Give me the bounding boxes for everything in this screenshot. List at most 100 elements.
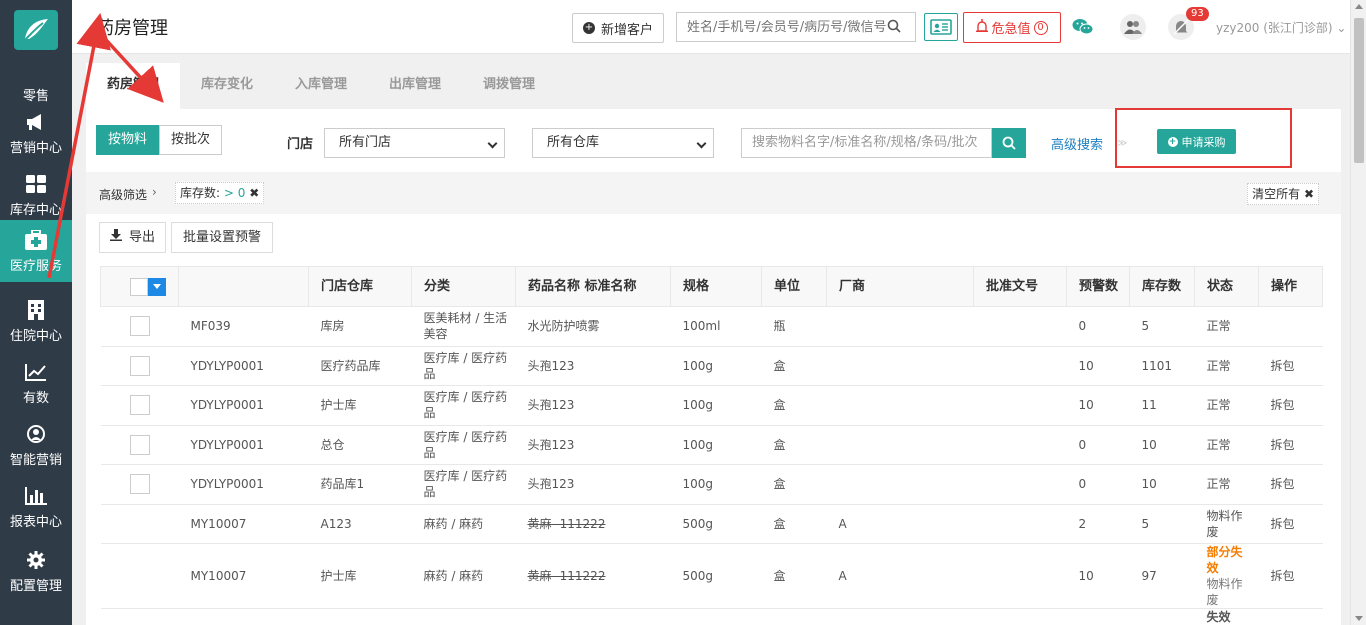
unpack-link[interactable]: 拆包 [1258,464,1323,505]
cell-unit: 盒 [761,385,827,426]
table-row: YDYLYP0001 总仓 医疗库 / 医疗药品 头孢123 100g 盒 0 … [100,425,1323,465]
filter-tag-value: > 0 [223,186,246,200]
critical-value-button[interactable]: 危急值 0 [963,12,1061,43]
row-checkbox[interactable] [129,316,150,337]
cell-spec: 100g [670,346,762,386]
unpack-link[interactable]: 拆包 [1258,385,1323,426]
sidebar-item-inventory[interactable]: 库存中心 [0,164,72,226]
cell-maker: A [826,504,974,544]
cell-warehouse: 医疗药品库 [308,346,412,386]
table-row: YDYLYP0001 医疗药品库 医疗库 / 医疗药品 头孢123 100g 盒… [100,346,1323,386]
column-header: 库存数 [1129,266,1195,307]
cell-approval [973,385,1067,426]
by-material-button[interactable]: 按物料 [96,125,160,155]
warehouse-select[interactable]: 所有仓库 [532,128,714,158]
material-search-input[interactable]: 搜索物料名字/标准名称/规格/条码/批次 [741,128,992,158]
export-label: 导出 [129,230,156,245]
cell-drug-name-link[interactable]: 黄麻- 111222 [515,504,671,544]
sidebar-item-data[interactable]: 有数 [0,352,72,414]
cell-maker [826,464,974,505]
cell-spec: 100g [670,425,762,465]
id-card-button[interactable] [924,13,958,41]
hospital-icon [25,299,47,321]
tab-inbound[interactable]: 入库管理 [274,63,368,109]
sidebar-item-reports[interactable]: 报表中心 [0,476,72,538]
table-row: MF039 库房 医美耗材 / 生活美容 水光防护喷雾 100ml 瓶 0 5 … [100,306,1323,347]
cell-category: 医疗库 / 医疗药品 [411,425,516,465]
tab-transfer[interactable]: 调拨管理 [462,63,556,109]
patient-search [676,12,916,42]
team-icon[interactable] [1120,14,1146,40]
tab-outbound[interactable]: 出库管理 [368,63,462,109]
cell-status: 正常 [1194,346,1259,386]
sidebar-item-label: 住院中心 [9,328,62,344]
cell-status: 正常 [1194,306,1259,347]
cell-code: YDYLYP0001 [178,385,309,426]
status-text: 物料作废 [1206,577,1243,607]
cell-category: 麻药 / 麻药 [411,504,516,544]
medical-kit-icon [25,229,47,251]
cell-code: YDYLYP0001 [178,464,309,505]
sidebar-item-smart-marketing[interactable]: 智能营销 [0,414,72,476]
sidebar-item-settings[interactable]: 配置管理 [0,540,72,602]
unpack-link[interactable]: 拆包 [1258,425,1323,465]
cell-drug-name-link[interactable]: 水光防护喷雾 [515,306,671,347]
cell-approval [973,504,1067,544]
scroll-down-arrow-icon[interactable] [1355,616,1363,621]
material-search-button[interactable] [992,128,1026,158]
unpack-link[interactable]: 拆包 [1258,504,1323,544]
app-logo[interactable] [14,10,58,50]
cell-drug-name-link[interactable]: 头孢123 [515,464,671,505]
cell-code: YDYLYP0001 [178,425,309,465]
row-checkbox[interactable] [129,474,150,495]
batch-warning-button[interactable]: 批量设置预警 [171,222,274,253]
advanced-search-link[interactable]: 高级搜索 [1051,134,1103,153]
sidebar-item-medical[interactable]: 医疗服务 [0,220,72,282]
cell-maker [826,385,974,426]
cell-category: 医疗库 / 医疗药品 [411,346,516,386]
scroll-thumb[interactable] [1354,18,1364,163]
sidebar-item-label: 报表中心 [9,514,62,530]
table-row: MY10007 A123 麻药 / 麻药 黄麻- 111222 500g 盒 A… [100,504,1323,544]
select-all-checkbox[interactable] [130,277,170,296]
cell-drug-name-link[interactable]: 黄麻- 111222 [515,543,671,609]
row-checkbox[interactable] [129,434,150,455]
cell-spec: 100ml [670,306,762,347]
page-scrollbar[interactable] [1350,0,1366,625]
sidebar-item-inpatient[interactable]: 住院中心 [0,290,72,352]
user-menu[interactable]: yzy200 (张江门诊部) ⌄ [1216,19,1346,36]
row-checkbox[interactable] [129,355,150,376]
cell-drug-name-link[interactable]: 头孢123 [515,346,671,386]
wechat-icon[interactable] [1070,14,1096,40]
unpack-link[interactable]: 拆包 [1258,543,1323,609]
new-customer-label: 新增客户 [601,22,654,38]
tab-pharmacy[interactable]: 药房管理 [86,63,180,109]
row-checkbox[interactable] [129,395,150,416]
close-icon[interactable]: ✖ [1304,187,1314,201]
export-button[interactable]: 导出 [99,222,167,253]
cell-code: MF039 [178,306,309,347]
tab-stock-change[interactable]: 库存变化 [180,63,274,109]
cell-drug-name-link[interactable]: 头孢123 [515,385,671,426]
cell-spec: 100g [670,464,762,505]
cell-category: 医疗库 / 医疗药品 [411,464,516,505]
cell-maker [826,306,974,347]
dropdown-arrow-icon[interactable] [148,277,166,296]
column-header: 规格 [670,266,762,307]
new-customer-button[interactable]: + 新增客户 [572,13,665,43]
by-batch-button[interactable]: 按批次 [159,125,223,155]
search-icon[interactable] [887,19,901,36]
unpack-link[interactable]: 拆包 [1258,346,1323,386]
column-header: 单位 [761,266,827,307]
cell-drug-name-link[interactable]: 头孢123 [515,425,671,465]
store-select[interactable]: 所有门店 [324,128,505,158]
patient-search-input[interactable] [677,19,887,35]
sidebar-item-marketing[interactable]: 营销中心 [0,102,72,164]
select-all-cell [100,266,179,307]
filter-tag-stock[interactable]: 库存数: > 0 ✖ [175,182,265,204]
close-icon[interactable]: ✖ [249,186,259,200]
clear-all-filters[interactable]: 清空所有 ✖ [1247,183,1319,205]
sidebar-item-label: 配置管理 [9,578,62,594]
column-header: 预警数 [1066,266,1130,307]
scroll-up-arrow-icon[interactable] [1355,4,1363,9]
